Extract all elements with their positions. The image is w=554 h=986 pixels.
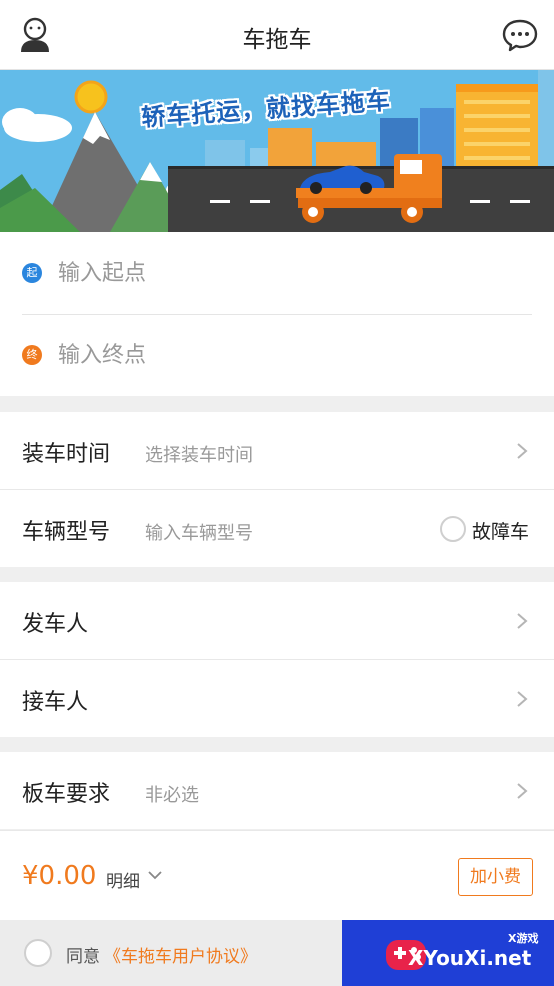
end-badge: 终 [22, 345, 42, 365]
agree-radio[interactable] [24, 939, 52, 967]
receiver-row[interactable]: 接车人 [0, 660, 554, 737]
chevron-right-icon [517, 691, 528, 707]
page-title: 车拖车 [242, 27, 312, 53]
loading-time-hint: 选择装车时间 [145, 445, 253, 466]
watermark-site: XYouXi.net [408, 946, 532, 970]
receiver-label: 接车人 [22, 690, 89, 715]
vehicle-model-input[interactable]: 输入车辆型号 [145, 519, 253, 545]
chat-bubble-icon[interactable] [502, 18, 538, 52]
start-address-row[interactable]: 起 [0, 232, 554, 314]
end-address-row[interactable]: 终 [0, 314, 554, 396]
user-agreement-link[interactable]: 《车拖车用户协议》 [104, 942, 257, 967]
loading-time-row[interactable]: 装车时间 选择装车时间 [0, 412, 554, 489]
flatbed-requirement-row[interactable]: 板车要求 非必选 [0, 752, 554, 829]
start-address-input[interactable] [58, 254, 518, 292]
end-address-input[interactable] [58, 336, 518, 374]
app-header: 车拖车 [0, 0, 554, 70]
chevron-right-icon [517, 783, 528, 799]
price-amount: ¥0.00 [22, 861, 97, 891]
agree-prefix: 同意 [66, 947, 100, 967]
chevron-right-icon [517, 613, 528, 629]
price-bar: ¥0.00 明细 加小费 [0, 830, 554, 920]
chevron-down-icon[interactable] [147, 870, 163, 880]
sender-row[interactable]: 发车人 [0, 582, 554, 659]
loading-time-label: 装车时间 [22, 442, 111, 467]
sender-label: 发车人 [22, 612, 89, 637]
fault-car-radio[interactable] [440, 516, 466, 542]
price-detail-toggle[interactable]: 明细 [106, 867, 140, 892]
chevron-right-icon [517, 443, 528, 459]
start-badge: 起 [22, 263, 42, 283]
promo-banner[interactable]: 轿车托运，就找车拖车 [0, 70, 554, 232]
flatbed-label: 板车要求 [22, 782, 111, 807]
site-watermark: X游戏 XYouXi.net [342, 920, 554, 986]
flatbed-hint: 非必选 [145, 785, 199, 806]
watermark-tag: X游戏 [508, 932, 539, 945]
fault-car-label[interactable]: 故障车 [472, 517, 529, 544]
add-tip-button[interactable]: 加小费 [458, 858, 533, 896]
vehicle-model-row[interactable]: 车辆型号 输入车辆型号 故障车 [0, 490, 554, 567]
vehicle-model-label: 车辆型号 [22, 520, 111, 545]
address-card: 起 终 [0, 232, 554, 396]
